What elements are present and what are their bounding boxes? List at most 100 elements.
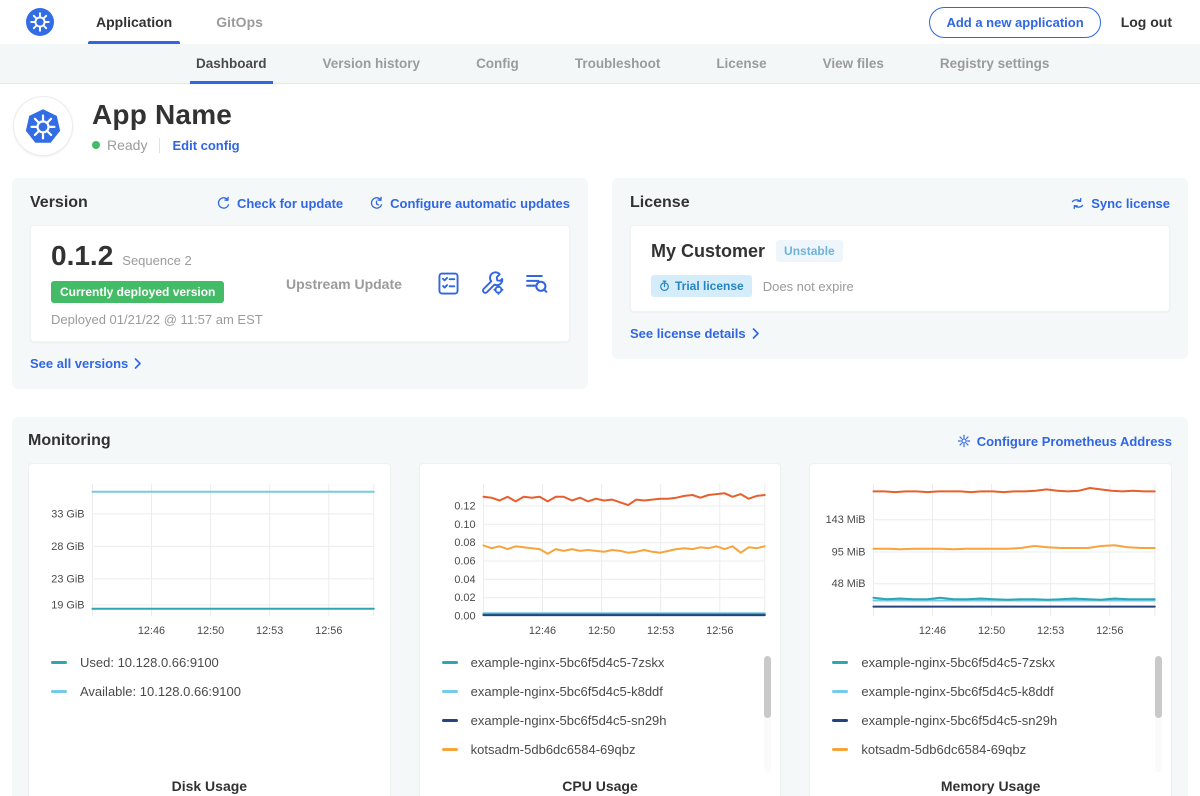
monitoring-title: Monitoring [28,432,111,450]
version-card-title: Version [30,194,88,212]
tab-gitops[interactable]: GitOps [208,0,271,44]
legend-item: example-nginx-5bc6f5d4c5-k8ddf [832,677,1163,706]
configure-automatic-updates-label: Configure automatic updates [390,196,570,211]
subnav-tab-license[interactable]: License [710,44,772,83]
svg-text:0.00: 0.00 [454,610,475,622]
legend-item: Available: 10.128.0.66:9100 [51,677,382,706]
divider [159,138,160,153]
gear-icon [957,434,971,448]
legend-item: kotsadm-5db6dc6584-69qbz [442,735,773,764]
check-for-update-link[interactable]: Check for update [216,196,343,211]
legend-swatch [51,661,67,664]
top-nav: Application GitOps Add a new application… [0,0,1200,44]
chart-title: CPU Usage [428,764,773,794]
status-dot [92,141,100,149]
legend-swatch [832,748,848,751]
svg-text:23 GiB: 23 GiB [51,573,84,585]
subnav-tab-label: License [716,56,766,71]
configure-prometheus-link[interactable]: Configure Prometheus Address [957,434,1172,449]
svg-text:12:53: 12:53 [1037,625,1064,637]
customer-name: My Customer [651,241,765,262]
legend-item: example-nginx-5bc6f5d4c5-sn29h [832,706,1163,735]
legend-item: kotsadm-5db6dc6584-69qbz [832,735,1163,764]
subnav-tab-version-history[interactable]: Version history [317,44,427,83]
deployed-version-badge: Currently deployed version [51,281,224,303]
see-license-details-link[interactable]: See license details [630,326,760,341]
chart-card-cpu-usage: 0.120.100.080.060.040.020.0012:4612:5012… [419,463,782,796]
legend-item: example-nginx-5bc6f5d4c5-sn29h [442,706,773,735]
subnav-tab-label: View files [823,56,884,71]
logout-link[interactable]: Log out [1121,14,1172,30]
svg-text:12:50: 12:50 [197,625,224,637]
see-all-versions-label: See all versions [30,356,128,371]
svg-text:12:56: 12:56 [1097,625,1124,637]
scrollbar-thumb[interactable] [764,656,771,718]
deploy-logs-icon[interactable] [524,271,549,296]
config-wrench-icon[interactable] [480,271,505,296]
subnav-tab-registry-settings[interactable]: Registry settings [934,44,1056,83]
legend-swatch [832,690,848,693]
svg-text:0.10: 0.10 [454,519,475,531]
chart-title: Disk Usage [37,764,382,794]
tab-application-label: Application [96,14,172,30]
legend-label: example-nginx-5bc6f5d4c5-k8ddf [861,684,1053,699]
edit-config-link[interactable]: Edit config [172,138,239,153]
legend-swatch [51,690,67,693]
memory-usage-legend: example-nginx-5bc6f5d4c5-7zskx example-ng… [832,648,1163,764]
add-application-button[interactable]: Add a new application [929,7,1100,38]
subnav-tab-view-files[interactable]: View files [817,44,890,83]
svg-text:12:53: 12:53 [256,625,283,637]
svg-text:12:46: 12:46 [919,625,946,637]
legend-label: example-nginx-5bc6f5d4c5-sn29h [861,713,1057,728]
stopwatch-icon [659,280,670,292]
configure-prometheus-label: Configure Prometheus Address [977,434,1172,449]
legend-item: example-nginx-5bc6f5d4c5-7zskx [832,648,1163,677]
app-status: Ready [107,137,147,153]
app-header: App Name Ready Edit config [0,84,1200,172]
legend-label: example-nginx-5bc6f5d4c5-7zskx [861,655,1055,670]
channel-badge: Unstable [776,240,843,262]
legend-item: example-nginx-5bc6f5d4c5-k8ddf [442,677,773,706]
subnav-tab-label: Config [476,56,519,71]
sync-license-link[interactable]: Sync license [1070,196,1170,211]
see-license-details-label: See license details [630,326,746,341]
scrollbar-thumb[interactable] [1155,656,1162,718]
version-number: 0.1.2 [51,240,113,272]
svg-text:48 MiB: 48 MiB [832,578,866,590]
cpu-usage-legend: example-nginx-5bc6f5d4c5-7zskxexample-ng… [442,648,773,764]
legend-swatch [832,719,848,722]
subnav-tab-config[interactable]: Config [470,44,525,83]
subnav-tab-dashboard[interactable]: Dashboard [190,44,273,83]
subnav-tab-label: Dashboard [196,56,267,71]
svg-text:12:46: 12:46 [138,625,165,637]
memory-usage-chart: 143 MiB95 MiB48 MiB12:4612:5012:5312:56 [818,476,1163,644]
legend-scrollbar[interactable] [1155,656,1162,772]
disk-usage-legend: Used: 10.128.0.66:9100Available: 10.128.… [51,648,382,706]
legend-item: example-nginx-5bc6f5d4c5-7zskx [442,648,773,677]
kubernetes-app-icon [21,104,65,148]
subnav-tab-troubleshoot[interactable]: Troubleshoot [569,44,667,83]
legend-swatch [442,661,458,664]
svg-text:12:50: 12:50 [588,625,615,637]
tab-application[interactable]: Application [88,0,180,44]
app-subnav: Dashboard Version history Config Trouble… [0,44,1200,84]
chart-card-memory-usage: 143 MiB95 MiB48 MiB12:4612:5012:5312:56 … [809,463,1172,796]
auto-update-clock-icon [369,196,384,211]
legend-label: example-nginx-5bc6f5d4c5-sn29h [471,713,667,728]
svg-text:0.02: 0.02 [454,592,475,604]
legend-label: kotsadm-5db6dc6584-69qbz [471,742,636,757]
svg-text:28 GiB: 28 GiB [51,541,84,553]
legend-scrollbar[interactable] [764,656,771,772]
preflight-checks-icon[interactable] [436,271,461,296]
svg-text:0.06: 0.06 [454,555,475,567]
legend-swatch [442,719,458,722]
license-card: License Sync license My Customer Unstabl… [612,178,1188,359]
legend-swatch [442,690,458,693]
svg-text:0.04: 0.04 [454,574,475,586]
legend-label: Available: 10.128.0.66:9100 [80,684,241,699]
legend-swatch [832,661,848,664]
see-all-versions-link[interactable]: See all versions [30,356,142,371]
configure-automatic-updates-link[interactable]: Configure automatic updates [369,196,570,211]
version-sequence: Sequence 2 [122,253,191,268]
app-icon [14,97,72,155]
